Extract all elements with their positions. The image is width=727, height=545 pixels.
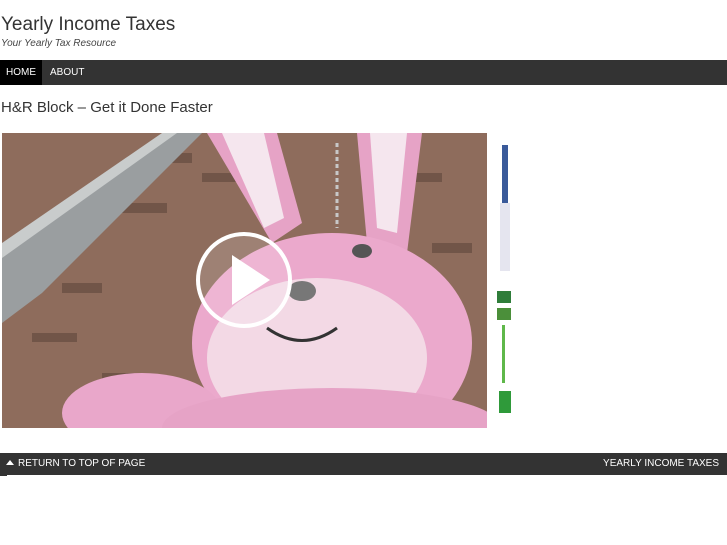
nav-item-home[interactable]: HOME — [0, 60, 42, 85]
video-player[interactable] — [2, 133, 487, 428]
footer-site-link[interactable]: YEARLY INCOME TAXES — [603, 453, 719, 475]
arrow-up-icon — [6, 460, 14, 465]
return-to-top-label: RETURN TO TOP OF PAGE — [18, 458, 146, 469]
thumbnail-strip — [497, 143, 512, 413]
video-thumbnail — [2, 133, 487, 428]
return-to-top-link[interactable]: RETURN TO TOP OF PAGE — [6, 453, 145, 475]
related-thumbnails[interactable] — [495, 143, 515, 423]
divider — [0, 475, 7, 476]
site-description: Your Yearly Tax Resource — [1, 38, 117, 49]
play-icon[interactable] — [196, 232, 292, 328]
nav-item-about[interactable]: ABOUT — [50, 60, 84, 85]
footer-bar: RETURN TO TOP OF PAGE YEARLY INCOME TAXE… — [0, 453, 727, 475]
site-title[interactable]: Yearly Income Taxes — [1, 14, 175, 36]
post-title[interactable]: H&R Block – Get it Done Faster — [1, 99, 213, 116]
main-navigation: HOME ABOUT — [0, 60, 727, 85]
